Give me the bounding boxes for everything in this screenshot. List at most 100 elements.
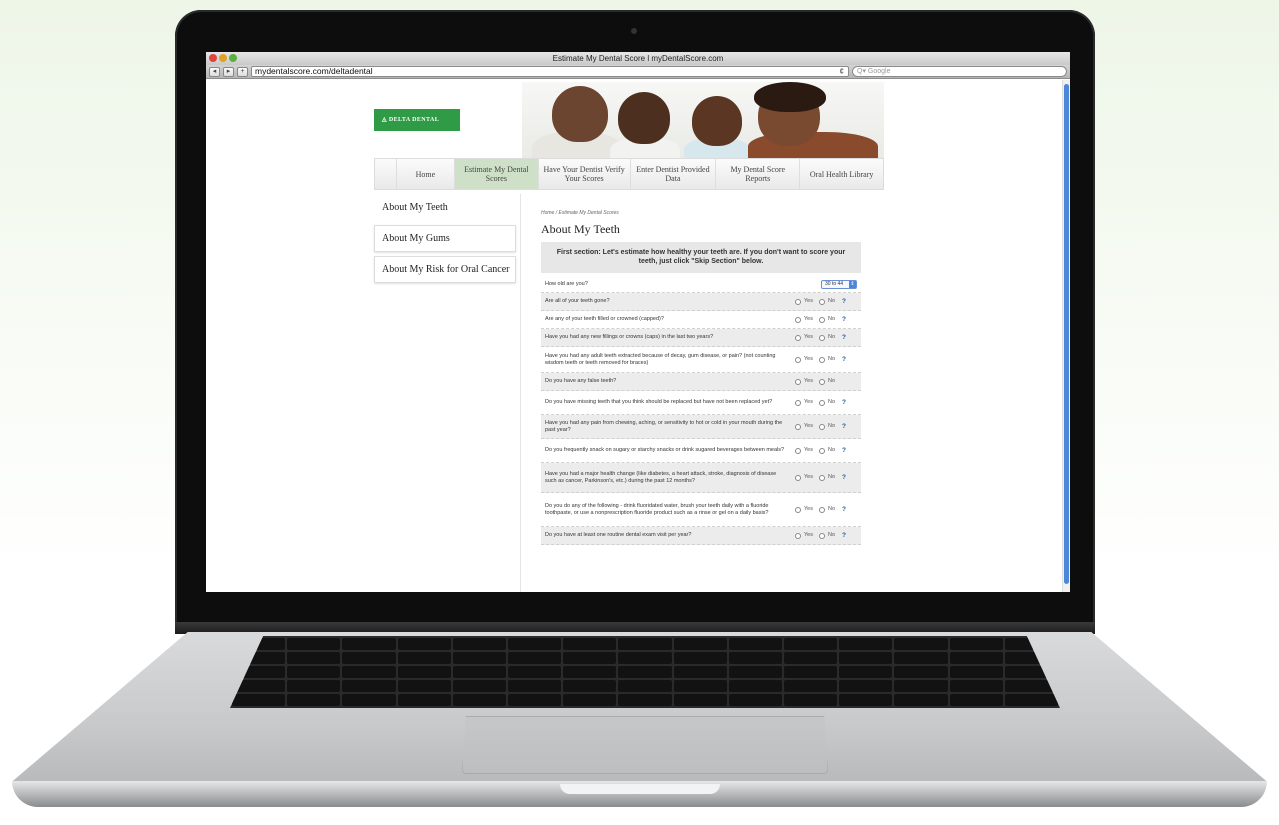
back-icon[interactable]: ◂	[209, 66, 220, 77]
answer-group: Yes No?	[795, 474, 857, 481]
no-radio[interactable]	[818, 506, 825, 513]
keyboard-key	[342, 680, 396, 692]
keyboard-key	[784, 694, 838, 706]
title-bar: Estimate My Dental Score l myDentalScore…	[206, 52, 1070, 65]
keyboard-key	[452, 666, 506, 678]
question-text: Do you frequently snack on sugary or sta…	[545, 447, 785, 453]
no-label: No	[827, 399, 836, 405]
no-radio[interactable]	[818, 356, 825, 363]
nav-estimate-scores[interactable]: Estimate My Dental Scores	[453, 159, 538, 189]
answer-group: Yes No?	[795, 506, 857, 513]
keyboard-key	[949, 680, 1003, 692]
forward-icon[interactable]: ▸	[223, 66, 234, 77]
help-icon[interactable]: ?	[842, 423, 846, 430]
yes-radio[interactable]	[795, 316, 801, 323]
scrollbar[interactable]	[1062, 80, 1070, 592]
no-radio[interactable]	[818, 474, 825, 481]
sidebar-item-oral-cancer[interactable]: About My Risk for Oral Cancer	[374, 256, 516, 283]
yes-label: Yes	[804, 532, 813, 538]
keyboard-key	[784, 652, 838, 664]
trackpad	[462, 716, 828, 774]
help-icon[interactable]: ?	[842, 447, 846, 454]
yes-label: Yes	[804, 399, 813, 405]
yes-radio[interactable]	[795, 356, 801, 363]
dropdown-arrows-icon: ⇕	[849, 280, 856, 288]
yes-radio[interactable]	[795, 474, 801, 481]
answer-group: Yes No?	[795, 334, 857, 341]
zoom-window-icon[interactable]	[229, 54, 237, 62]
page-viewport: ◬ DELTA DENTAL Home Estimate My Dental S…	[206, 80, 1070, 592]
keyboard-key	[784, 680, 838, 692]
breadcrumb[interactable]: Home / Estimate My Dental Scores	[541, 210, 619, 216]
keyboard-key	[1004, 694, 1058, 706]
yes-radio[interactable]	[795, 506, 801, 513]
help-icon[interactable]: ?	[842, 316, 846, 323]
keyboard-key	[508, 666, 562, 678]
question-text: Are all of your teeth gone?	[545, 298, 610, 304]
keyboard-key	[673, 652, 727, 664]
yes-radio[interactable]	[795, 423, 801, 430]
keyboard-key	[563, 652, 617, 664]
question-text: How old are you?	[545, 280, 588, 287]
question-row: Do you frequently snack on sugary or sta…	[541, 439, 861, 463]
help-icon[interactable]: ?	[842, 399, 846, 406]
yes-radio[interactable]	[795, 378, 801, 385]
no-radio[interactable]	[818, 532, 825, 539]
question-list: How old are you? 30 to 44 ⇕ Are all of y…	[541, 276, 861, 545]
no-radio[interactable]	[818, 334, 825, 341]
help-icon[interactable]: ?	[842, 356, 846, 363]
reload-icon[interactable]: ¢	[840, 67, 844, 76]
window-title: Estimate My Dental Score l myDentalScore…	[552, 54, 724, 63]
no-radio[interactable]	[818, 399, 825, 406]
search-input[interactable]: Q▾ Google	[852, 66, 1067, 77]
keyboard-key	[287, 666, 341, 678]
question-text: Have you had any adult teeth extracted b…	[545, 352, 776, 366]
delta-dental-logo[interactable]: ◬ DELTA DENTAL	[374, 109, 460, 131]
close-window-icon[interactable]	[209, 54, 217, 62]
add-bookmark-icon[interactable]: +	[237, 66, 248, 77]
no-radio[interactable]	[818, 298, 825, 305]
age-select[interactable]: 30 to 44 ⇕	[821, 279, 857, 289]
keyboard-key	[894, 694, 948, 706]
no-label: No	[827, 474, 836, 480]
keyboard-key	[949, 666, 1003, 678]
nav-home[interactable]: Home	[396, 159, 454, 189]
keyboard-key	[342, 652, 396, 664]
nav-oral-health-library[interactable]: Oral Health Library	[799, 159, 883, 189]
no-label: No	[827, 356, 836, 362]
yes-radio[interactable]	[795, 334, 801, 341]
scrollbar-thumb[interactable]	[1064, 84, 1069, 584]
keyboard-key	[397, 666, 451, 678]
keyboard-key	[287, 694, 341, 706]
keyboard-key	[508, 694, 562, 706]
nav-score-reports[interactable]: My Dental Score Reports	[715, 159, 799, 189]
help-icon[interactable]: ?	[842, 334, 846, 341]
yes-radio[interactable]	[795, 399, 801, 406]
question-text: Are any of your teeth filled or crowned …	[545, 316, 664, 322]
main-nav: Home Estimate My Dental Scores Have Your…	[374, 158, 884, 190]
answer-group: Yes No?	[795, 399, 857, 406]
help-icon[interactable]: ?	[842, 532, 846, 539]
no-radio[interactable]	[818, 423, 825, 430]
address-bar[interactable]: mydentalscore.com/deltadental ¢	[251, 66, 849, 77]
section-intro: First section: Let's estimate how health…	[541, 242, 861, 273]
keyboard-key	[618, 694, 672, 706]
question-row: Are all of your teeth gone? Yes No?	[541, 293, 861, 311]
sidebar-item-gums[interactable]: About My Gums	[374, 225, 516, 252]
help-icon[interactable]: ?	[842, 474, 846, 481]
yes-radio[interactable]	[795, 447, 801, 454]
no-label: No	[827, 378, 836, 384]
answer-group: Yes No?	[795, 532, 857, 539]
no-radio[interactable]	[818, 378, 825, 385]
sidebar-item-teeth[interactable]: About My Teeth	[374, 194, 516, 221]
minimize-window-icon[interactable]	[219, 54, 227, 62]
nav-enter-dentist-data[interactable]: Enter Dentist Provided Data	[629, 159, 716, 189]
no-radio[interactable]	[818, 447, 825, 454]
no-radio[interactable]	[818, 316, 825, 323]
help-icon[interactable]: ?	[842, 506, 846, 513]
help-icon[interactable]: ?	[842, 298, 846, 305]
nav-verify-scores[interactable]: Have Your Dentist Verify Your Scores	[537, 159, 630, 189]
yes-radio[interactable]	[795, 532, 801, 539]
yes-radio[interactable]	[795, 298, 801, 305]
keyboard-key	[728, 652, 782, 664]
